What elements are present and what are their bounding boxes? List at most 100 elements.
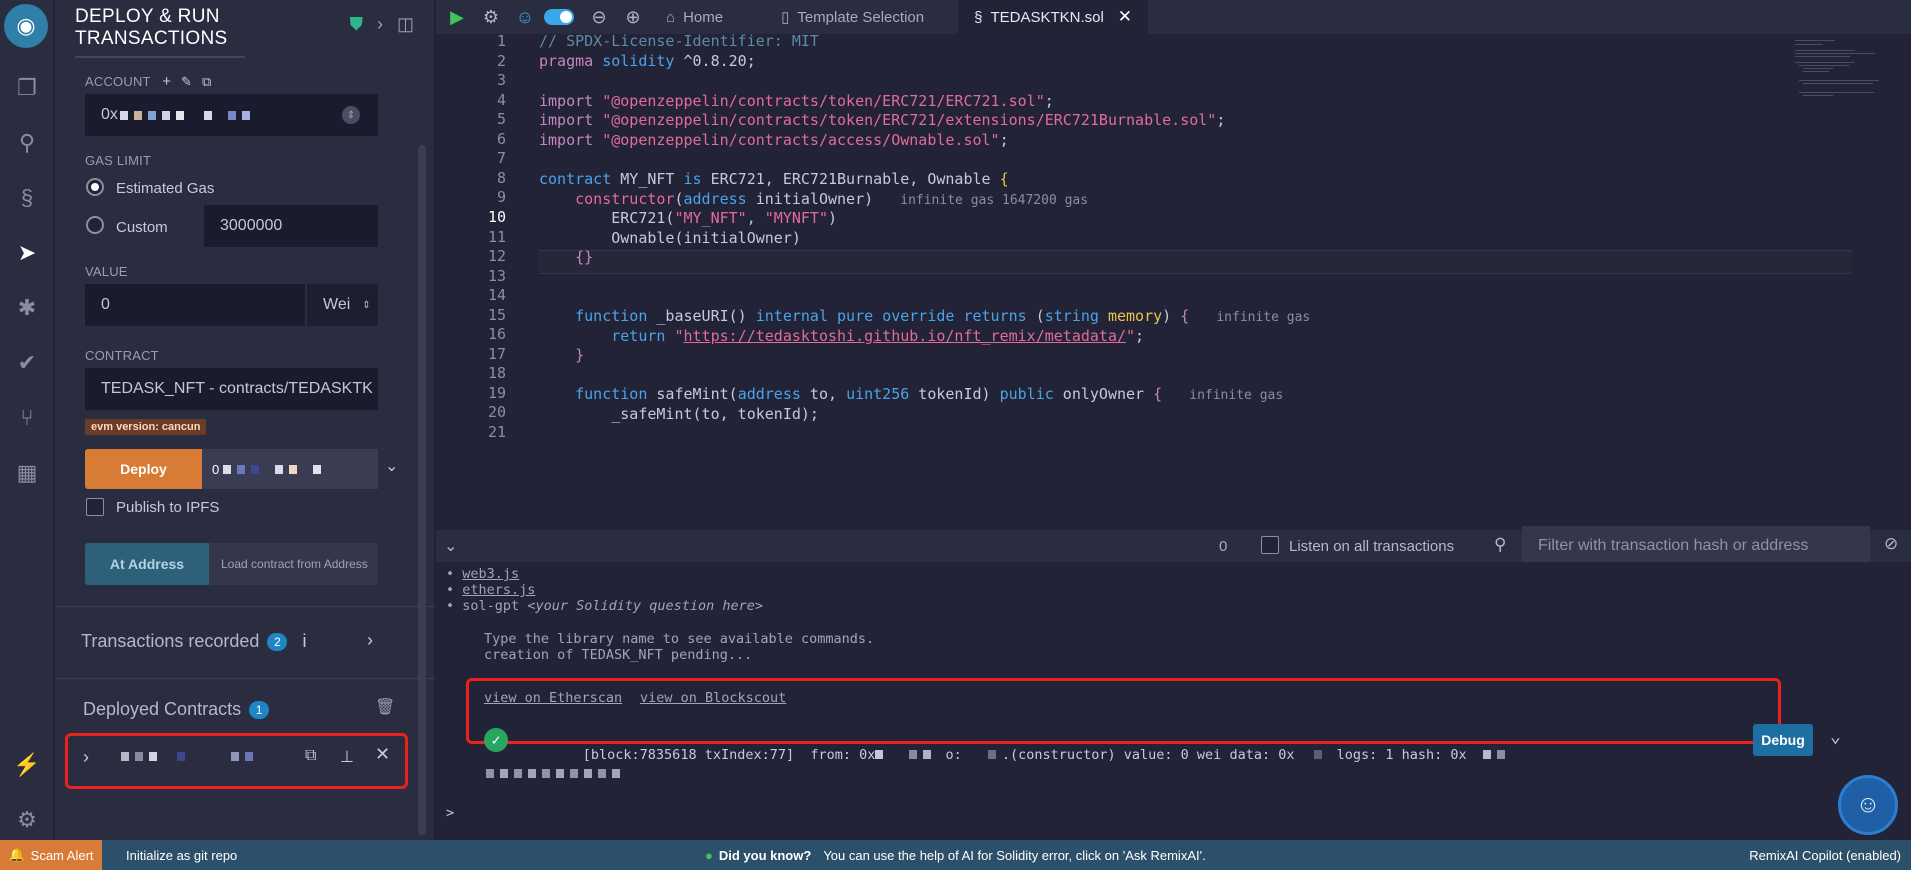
ethers-link[interactable]: ethers.js — [462, 582, 535, 598]
pending-tx-count: 0 — [1219, 538, 1228, 555]
unit-select-arrows-icon: ⇕ — [362, 299, 371, 311]
clear-deployed-trash-icon[interactable]: 🗑 — [375, 697, 395, 717]
solidity-file-icon: § — [974, 8, 983, 26]
add-account-icon[interactable]: + — [162, 73, 171, 90]
deployed-count-badge: 1 — [249, 701, 270, 720]
gas-limit-input[interactable]: 3000000 — [204, 205, 378, 247]
safemint-gas-hint: infinite gas — [1189, 388, 1284, 403]
unit-testing-icon[interactable]: ✔ — [0, 343, 54, 383]
publish-ipfs-label: Publish to IPFS — [116, 499, 220, 516]
value-unit-select[interactable]: Wei ⇕ — [307, 284, 378, 326]
tx-extra-row — [486, 769, 626, 778]
listen-all-checkbox[interactable] — [1261, 536, 1279, 554]
tx-filter-input[interactable]: Filter with transaction hash or address — [1522, 526, 1870, 566]
plugin-manager-icon[interactable]: ⚡ — [0, 745, 54, 785]
contract-select[interactable]: TEDASK_NFT - contracts/TEDASKTK — [85, 368, 378, 410]
verified-shield-icon: ⛊ — [349, 14, 363, 34]
scam-alert-button[interactable]: 🔔 Scam Alert — [0, 840, 102, 870]
section-divider — [55, 606, 435, 607]
transactions-count-badge: 2 — [267, 633, 288, 652]
deploy-button[interactable]: Deploy — [85, 449, 202, 489]
deploy-run-icon[interactable]: ➤ — [0, 233, 54, 273]
terminal-output[interactable]: • web3.js • ethers.js • sol-gpt <your So… — [436, 562, 1911, 840]
remixai-copilot-bot-icon[interactable]: ☺ — [1838, 775, 1898, 835]
toggle-panel-icon[interactable]: ◫ — [397, 14, 414, 35]
init-git-link[interactable]: Initialize as git repo — [126, 848, 237, 863]
remix-logo-icon[interactable]: ◉ — [4, 4, 48, 48]
compiler-icon[interactable]: § — [0, 178, 54, 218]
terminal-toolbar: ⌄ 0 Listen on all transactions ⚲ Filter … — [436, 526, 1911, 566]
panel-title-icons: ⛊ › ◫ — [349, 14, 414, 35]
success-check-icon: ✓ — [484, 728, 508, 752]
editor-minimap[interactable] — [1791, 36, 1901, 126]
learneth-icon[interactable]: ▦ — [0, 453, 54, 493]
copy-address-icon[interactable]: ⧉ — [305, 747, 316, 765]
ai-toggle[interactable] — [544, 9, 574, 25]
expand-tx-chevron-icon[interactable]: ⌄ — [1830, 726, 1841, 747]
custom-gas-label: Custom — [116, 219, 168, 236]
account-spinner-icon[interactable]: ⇕ — [342, 106, 360, 124]
estimated-gas-label: Estimated Gas — [116, 180, 215, 197]
custom-gas-radio[interactable] — [86, 216, 104, 234]
status-bar: 🔔 Scam Alert Initialize as git repo ● Did… — [0, 840, 1911, 870]
file-icon: ▯ — [781, 9, 790, 26]
load-contract-address-input[interactable]: Load contract from Address — [209, 543, 378, 585]
collapse-terminal-chevron-icon[interactable]: ⌄ — [444, 536, 457, 556]
deploy-run-panel: DEPLOY & RUN TRANSACTIONS ⛊ › ◫ ACCOUNT … — [55, 0, 435, 840]
listen-all-label: Listen on all transactions — [1289, 538, 1455, 555]
terminal-prompt[interactable]: > — [446, 805, 454, 821]
remix-ide: ◉ ❐ ⚲ § ➤ ✱ ✔ ⑂ ▦ ⚡ ⚙ DEPLOY & RUN TRANS… — [0, 0, 1911, 870]
close-tab-icon[interactable]: ✕ — [1118, 7, 1132, 27]
account-select[interactable]: 0x ⇕ — [85, 94, 378, 136]
lightbulb-icon: ● — [705, 847, 713, 863]
at-address-button[interactable]: At Address — [85, 543, 209, 585]
panel-scrollbar[interactable] — [418, 145, 426, 835]
remixai-copilot-status[interactable]: RemixAI Copilot (enabled) — [1749, 848, 1901, 863]
pin-contract-icon[interactable]: ⊥ — [340, 747, 354, 767]
info-icon[interactable]: i — [302, 631, 306, 651]
pending-text: creation of TEDASK_NFT pending... — [484, 647, 753, 663]
expand-constructor-chevron-icon[interactable]: ⌄ — [385, 456, 398, 476]
chevron-right-icon[interactable]: › — [377, 14, 383, 35]
tab-tedasktkn-sol[interactable]: § TEDASKTKN.sol ✕ — [958, 0, 1149, 34]
value-label: VALUE — [85, 264, 128, 279]
code-editor[interactable]: 1 2 3 4 5 6 7 8 9 10 11 12 13 14 15 16 17 18 19 20 21 // SPD… — [436, 32, 1911, 530]
section-divider — [55, 678, 435, 679]
baseuri-gas-hint: infinite gas — [1216, 310, 1311, 325]
file-explorer-icon[interactable]: ❐ — [0, 68, 54, 108]
icon-sidebar: ◉ ❐ ⚲ § ➤ ✱ ✔ ⑂ ▦ ⚡ ⚙ — [0, 0, 54, 840]
deployed-contracts-title: Deployed Contracts 1 — [83, 699, 270, 720]
estimated-gas-radio[interactable] — [86, 178, 104, 196]
debugger-icon[interactable]: ✱ — [0, 288, 54, 328]
transactions-chevron-icon[interactable]: › — [367, 630, 373, 651]
value-input[interactable]: 0 — [85, 284, 305, 326]
publish-ipfs-checkbox[interactable] — [86, 498, 104, 516]
evm-version-badge: evm version: cancun — [85, 419, 207, 435]
line-number: 21 — [487, 423, 506, 441]
search-icon[interactable]: ⚲ — [0, 123, 54, 163]
remove-contract-close-icon[interactable]: ✕ — [375, 744, 390, 765]
bell-icon: 🔔 — [8, 847, 25, 862]
terminal-search-icon[interactable]: ⚲ — [1494, 535, 1506, 555]
edit-account-icon[interactable]: ✎ — [181, 74, 192, 89]
gas-limit-label: GAS LIMIT — [85, 153, 152, 168]
library-hint-text: Type the library name to see available c… — [484, 631, 875, 647]
current-line-highlight — [539, 250, 1852, 274]
transactions-recorded-title[interactable]: Transactions recorded 2 i — [81, 631, 306, 652]
copy-account-icon[interactable]: ⧉ — [202, 74, 211, 89]
account-label: ACCOUNT + ✎ ⧉ — [85, 73, 212, 90]
expand-contract-chevron-icon[interactable]: › — [83, 747, 89, 768]
deployed-contract-address — [121, 752, 259, 761]
title-divider — [75, 56, 245, 58]
deploy-owner-input[interactable]: 0 — [202, 449, 378, 489]
settings-gear-icon[interactable]: ⚙ — [0, 800, 54, 840]
clear-console-icon[interactable]: ⊘ — [1884, 534, 1898, 554]
view-etherscan-link[interactable]: view on Etherscan — [484, 690, 622, 706]
deployed-contract-highlight — [65, 733, 408, 789]
git-icon[interactable]: ⑂ — [0, 398, 54, 438]
debug-button[interactable]: Debug — [1753, 724, 1813, 756]
constructor-gas-hint: infinite gas 1647200 gas — [900, 193, 1089, 208]
view-blockscout-link[interactable]: view on Blockscout — [640, 690, 786, 706]
web3-link[interactable]: web3.js — [462, 566, 519, 582]
tx-summary[interactable]: [block:7835618 txIndex:77] from: 0x o: .(… — [534, 731, 1511, 779]
